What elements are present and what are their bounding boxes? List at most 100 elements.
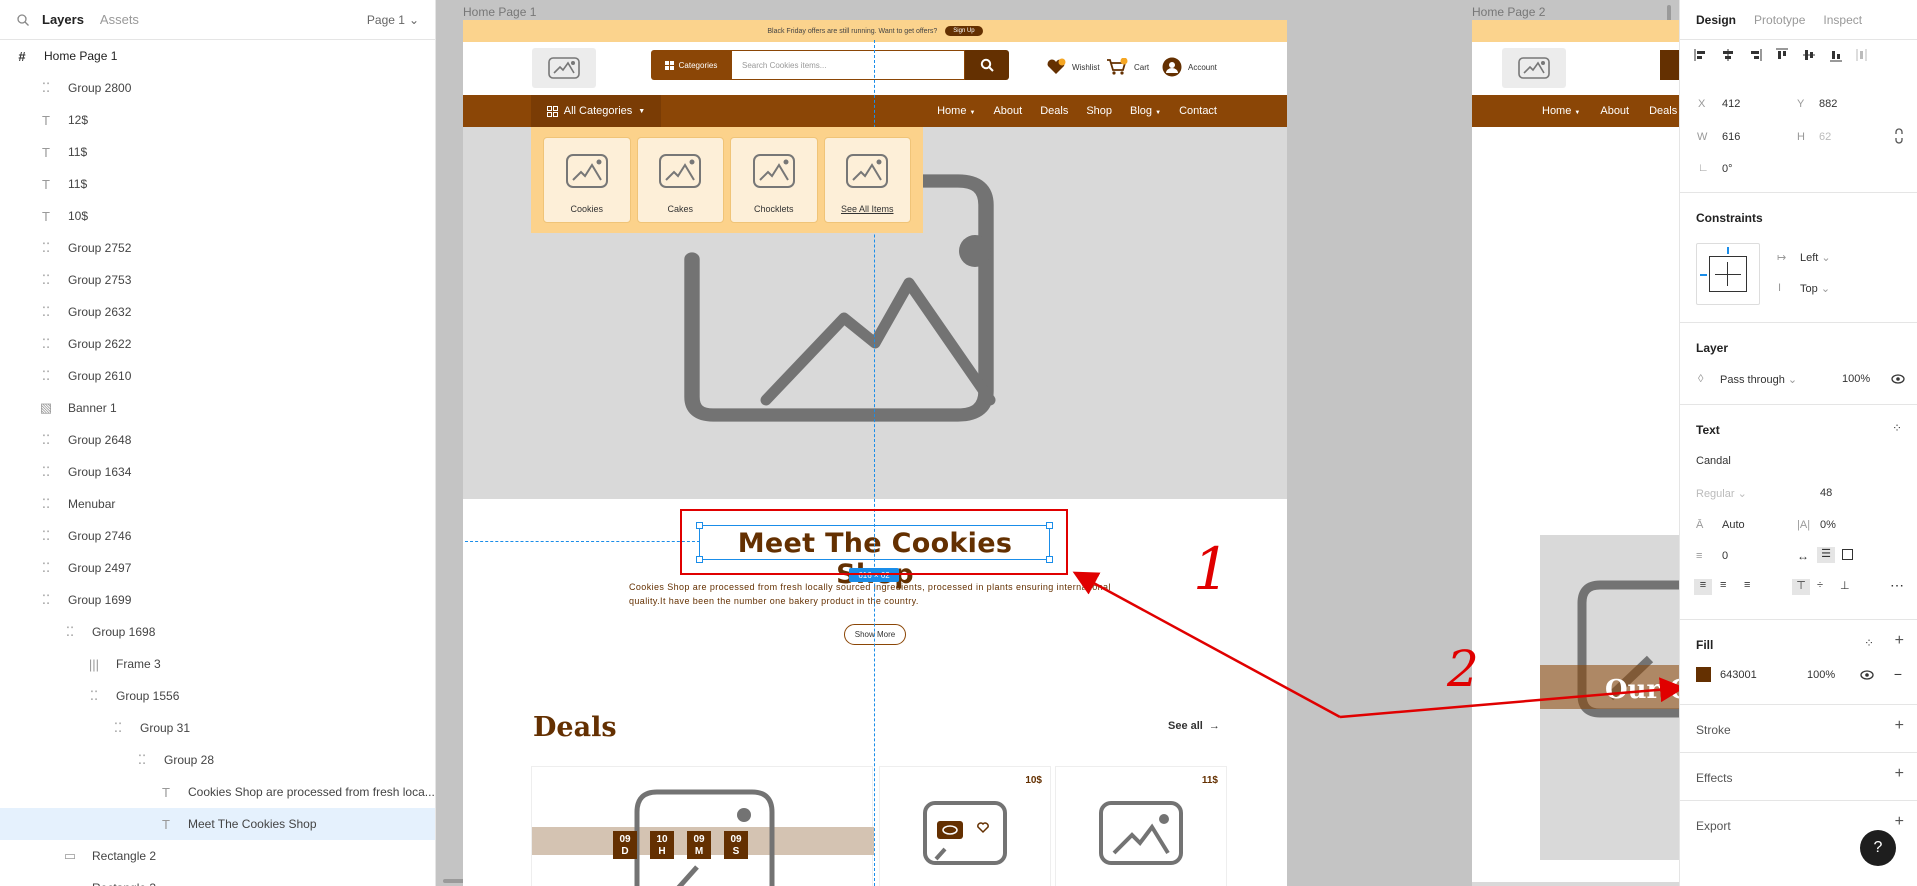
align-middle-text-icon[interactable]: ÷ [1817,579,1823,591]
fill-opacity-field[interactable]: 100% [1807,669,1835,681]
constrain-proportions-icon[interactable] [1893,128,1905,144]
tab-design[interactable]: Design [1696,13,1736,27]
constraints-title: Constraints [1696,211,1763,225]
auto-height-icon[interactable]: ☰ [1817,547,1835,563]
align-middle-v-icon[interactable] [1802,48,1816,62]
stroke-title: Stroke [1696,723,1731,737]
layer-title: Layer [1696,341,1729,355]
align-top-icon[interactable] [1775,48,1789,62]
align-top-text-icon[interactable]: ⊤ [1792,579,1810,595]
constraint-horizontal-select[interactable]: Left ⌄ [1800,251,1831,264]
horizontal-constraint-icon: ↦ [1777,252,1787,264]
chevron-down-icon: ⌄ [1821,252,1831,264]
dropdown-item-label: Cookies [570,204,603,214]
letter-spacing-icon: |A| [1797,519,1811,531]
dropdown-item-label: See All Items [840,204,894,214]
image-icon [659,154,702,188]
chevron-down-icon: ⌄ [1787,374,1798,386]
image-icon [846,154,889,188]
fixed-size-icon[interactable] [1842,549,1853,560]
constraints-section: Constraints ↦ Left ⌄ I Top ⌄ [1680,193,1917,323]
text-styles-icon[interactable]: ⁘ [1892,421,1902,435]
rotation-field[interactable]: 0° [1722,163,1733,175]
dropdown-item-label: Cakes [667,204,693,214]
properties-panel: Design Prototype Inspect X 412 Y 882 W 6… [1679,0,1917,886]
blend-mode-value: Pass through [1720,374,1785,386]
constraint-vertical-select[interactable]: Top ⌄ [1800,282,1830,295]
text-section: Text ⁘ Candal Regular ⌄ 48 Ā Auto |A| 0%… [1680,405,1917,620]
dropdown-item-cookies[interactable]: Cookies [543,137,631,223]
distribute-icon[interactable] [1856,48,1870,62]
dropdown-item-label: Chocklets [753,204,794,214]
blend-mode-select[interactable]: Pass through ⌄ [1720,373,1797,386]
tab-prototype[interactable]: Prototype [1754,13,1805,27]
align-left-icon[interactable] [1694,48,1708,62]
font-style-select[interactable]: Regular ⌄ [1696,487,1747,500]
layer-opacity-field[interactable]: 100% [1842,373,1870,385]
fill-styles-icon[interactable]: ⁘ [1864,636,1874,650]
fill-section: Fill ⁘ + 643001 100% − [1680,620,1917,705]
tab-inspect[interactable]: Inspect [1823,13,1862,27]
annotation-number-2: 2 [1447,640,1479,698]
fill-hex-field[interactable]: 643001 [1720,669,1757,681]
help-button[interactable]: ? [1860,830,1896,866]
letter-spacing-field[interactable]: 0% [1820,519,1836,531]
categories-dropdown: Cookies Cakes Chocklets See All Items [531,127,923,233]
annotation-number-1: 1 [1193,535,1230,603]
line-height-icon: Ā [1696,519,1704,531]
w-label: W [1697,131,1708,143]
h-label: H [1797,131,1805,143]
y-label: Y [1797,98,1805,110]
add-fill-icon[interactable]: + [1895,632,1904,650]
transform-section: X 412 Y 882 W 616 H 62 ∟ 0° [1680,40,1917,193]
stroke-section: Stroke + [1680,705,1917,753]
dropdown-item-chocklets[interactable]: Chocklets [730,137,818,223]
auto-width-icon[interactable]: ↔ [1797,549,1809,563]
blend-mode-icon: ◊ [1698,373,1704,385]
y-field[interactable]: 882 [1819,98,1837,110]
fill-title: Fill [1696,638,1714,652]
image-icon [565,154,608,188]
dropdown-item-see-all[interactable]: See All Items [823,137,911,223]
text-title: Text [1696,423,1720,437]
alignment-toolbar [1694,48,1870,62]
image-icon [752,154,795,188]
more-options-icon[interactable]: ⋯ [1890,577,1904,594]
add-stroke-icon[interactable]: + [1895,717,1904,735]
align-right-icon[interactable] [1748,48,1762,62]
paragraph-spacing-field[interactable]: 0 [1722,550,1728,562]
text-align-right-icon[interactable]: ≡ [1744,579,1750,591]
fill-color-swatch[interactable] [1696,667,1711,682]
vertical-constraint-icon: I [1778,282,1782,294]
eye-icon[interactable] [1891,374,1905,384]
align-center-h-icon[interactable] [1721,48,1735,62]
constraint-horizontal-value: Left [1800,252,1819,264]
constraints-widget[interactable] [1696,243,1760,305]
add-export-icon[interactable]: + [1895,813,1904,831]
export-title: Export [1696,819,1731,833]
dropdown-item-cakes[interactable]: Cakes [636,137,724,223]
effects-section: Effects + [1680,753,1917,801]
align-bottom-icon[interactable] [1829,48,1843,62]
remove-fill-icon[interactable]: − [1894,666,1902,682]
font-size-field[interactable]: 48 [1820,487,1832,499]
paragraph-spacing-icon: ≡ [1696,550,1703,562]
annotation-arrows [1072,571,1685,719]
effects-title: Effects [1696,771,1733,785]
font-family-select[interactable]: Candal [1696,455,1731,467]
x-field[interactable]: 412 [1722,98,1740,110]
line-height-field[interactable]: Auto [1722,519,1745,531]
height-field[interactable]: 62 [1819,131,1831,143]
align-bottom-text-icon[interactable]: ⊥ [1840,579,1850,592]
x-label: X [1698,98,1706,110]
eye-icon[interactable] [1860,670,1874,680]
rotation-icon: ∟ [1698,162,1709,174]
font-style-value: Regular [1696,488,1735,500]
width-field[interactable]: 616 [1722,131,1740,143]
constraint-vertical-value: Top [1800,283,1818,295]
text-align-left-icon[interactable]: ≡ [1694,579,1712,595]
text-align-center-icon[interactable]: ≡ [1720,579,1726,591]
add-effect-icon[interactable]: + [1895,765,1904,783]
chevron-down-icon: ⌄ [1820,283,1831,295]
properties-tabs: Design Prototype Inspect [1680,0,1917,40]
